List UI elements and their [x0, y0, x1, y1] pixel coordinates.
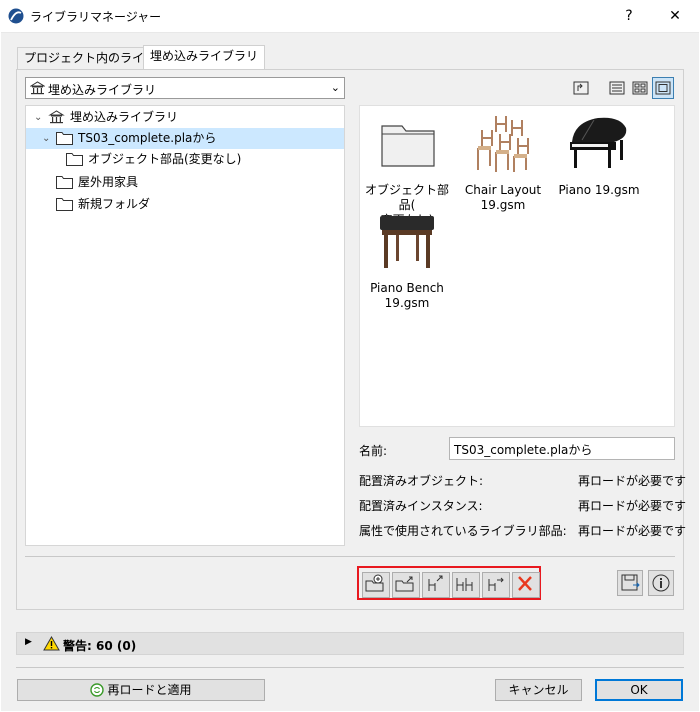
warnings-bar[interactable]: ▶ 警告: 60 (0) [16, 632, 684, 655]
delete-icon [518, 576, 532, 591]
placed-objects-value: 再ロードが必要です [578, 474, 687, 488]
attribute-parts-label: 属性で使用されているライブラリ部品: [359, 524, 567, 538]
chair-layout-icon [477, 116, 529, 172]
name-field[interactable]: TS03_complete.plaから [449, 437, 675, 460]
chevron-down-icon[interactable]: ⌄ [34, 107, 46, 128]
object-export-icon [428, 575, 443, 591]
placed-instances-value: 再ロードが必要です [578, 499, 687, 513]
up-folder-icon [573, 81, 589, 95]
open-folder-icon [395, 576, 414, 592]
name-label: 名前: [359, 444, 388, 458]
save-button[interactable] [617, 570, 643, 596]
up-folder-button[interactable] [570, 77, 592, 99]
thumbnail-view-button[interactable] [652, 77, 674, 99]
expand-arrow-icon[interactable]: ▶ [25, 637, 32, 647]
folder-icon [56, 176, 73, 189]
folder-icon [56, 198, 73, 211]
piano-bench-icon [380, 216, 434, 268]
close-button[interactable]: ✕ [660, 4, 690, 28]
tree-item-label: オブジェクト部品(変更なし) [88, 152, 242, 166]
warning-icon [43, 636, 60, 651]
cancel-button[interactable]: キャンセル [495, 679, 582, 701]
save-icon [621, 574, 640, 591]
help-button[interactable]: ? [614, 4, 644, 28]
move-object-button[interactable] [482, 572, 510, 598]
reload-icon [90, 683, 105, 697]
attribute-parts-value: 再ロードが必要です [578, 524, 687, 538]
tree-item-label: 埋め込みライブラリ [70, 110, 179, 124]
tree-item-outdoor-furniture[interactable]: 屋外用家具 [26, 172, 344, 193]
tree-item-label: 新規フォルダ [78, 197, 151, 211]
grid-view-icon [632, 81, 648, 95]
tree-item-ts03-complete[interactable]: ⌄ TS03_complete.plaから [26, 128, 344, 149]
title-bar: ライブラリマネージャー ? ✕ [0, 0, 700, 32]
library-select[interactable]: 埋め込みライブラリ ⌄ [25, 77, 345, 99]
warnings-label: 警告: 60 (0) [63, 639, 137, 653]
grid-item-piano-bench[interactable]: Piano Bench 19.gsm [360, 210, 454, 311]
window-title: ライブラリマネージャー [30, 10, 162, 24]
item-grid: オブジェクト部品(変更なし) Chair Layout19.gsm Piano … [359, 105, 675, 427]
folder-tree: ⌄ 埋め込みライブラリ ⌄ TS03_complete.plaから オブジェクト… [25, 105, 345, 546]
grid-view-button[interactable] [629, 77, 651, 99]
delete-button[interactable] [512, 572, 540, 598]
chevron-down-icon: ⌄ [330, 81, 340, 94]
caption-line: Piano 19.gsm [558, 183, 640, 197]
ok-button[interactable]: OK [595, 679, 683, 701]
divider [16, 667, 684, 668]
folder-icon [56, 132, 73, 145]
piano-icon [570, 117, 627, 168]
tab-label: 埋め込みライブラリ [150, 49, 259, 63]
tab-embedded-library[interactable]: 埋め込みライブラリ [143, 45, 266, 69]
folder-icon [66, 153, 83, 166]
placed-instances-label: 配置済みインスタンス: [359, 499, 483, 513]
grid-item-chair-layout[interactable]: Chair Layout 19.gsm [456, 112, 550, 213]
objects-icon [456, 578, 473, 591]
chevron-down-icon[interactable]: ⌄ [42, 128, 54, 149]
add-folder-icon [365, 574, 384, 592]
add-folder-button[interactable] [362, 572, 390, 598]
grid-item-caption: Chair Layout 19.gsm [456, 183, 550, 213]
tree-item-new-folder[interactable]: 新規フォルダ [26, 194, 344, 215]
object-move-icon [488, 577, 504, 591]
list-view-button[interactable] [606, 77, 628, 99]
info-button[interactable] [648, 570, 674, 596]
placed-objects-label: 配置済みオブジェクト: [359, 474, 484, 488]
library-select-value: 埋め込みライブラリ [48, 83, 157, 97]
caption-line: オブジェクト部品( [364, 183, 449, 212]
library-toolbar [357, 566, 541, 600]
tree-item-label: TS03_complete.plaから [78, 131, 217, 145]
tree-item-label: 屋外用家具 [78, 175, 139, 189]
caption-line: Piano Bench [370, 281, 444, 295]
tree-item-embedded-library[interactable]: ⌄ 埋め込みライブラリ [26, 107, 344, 128]
open-folder-button[interactable] [392, 572, 420, 598]
caption-line: Chair Layout [464, 183, 542, 197]
objects-button[interactable] [452, 572, 480, 598]
library-icon [30, 81, 45, 95]
tree-item-object-parts[interactable]: オブジェクト部品(変更なし) [26, 149, 344, 170]
info-icon [652, 574, 670, 592]
caption-line: 19.gsm [480, 198, 526, 212]
reload-apply-label: 再ロードと適用 [107, 683, 192, 697]
divider [25, 556, 675, 557]
grid-item-caption: Piano 19.gsm [552, 183, 646, 198]
reload-apply-button[interactable]: 再ロードと適用 [17, 679, 265, 701]
export-object-button[interactable] [422, 572, 450, 598]
folder-icon [381, 125, 435, 167]
list-view-icon [609, 81, 625, 95]
thumbnail-view-icon [655, 81, 671, 95]
archicad-app-icon [8, 8, 24, 24]
library-icon [48, 110, 65, 124]
grid-item-caption: Piano Bench 19.gsm [360, 281, 454, 311]
caption-line: 19.gsm [384, 296, 430, 310]
grid-item-piano[interactable]: Piano 19.gsm [552, 112, 646, 198]
